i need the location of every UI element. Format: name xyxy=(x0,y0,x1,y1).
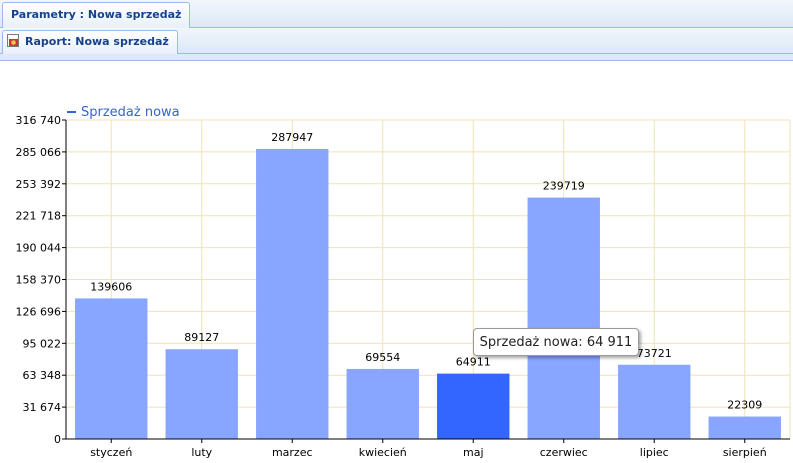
data-label: 287947 xyxy=(271,131,313,144)
data-label: 239719 xyxy=(543,180,585,193)
x-tick-label: maj xyxy=(463,446,484,459)
bar-1[interactable] xyxy=(165,349,238,439)
y-tick-label: 95 022 xyxy=(23,337,62,350)
data-label: 69554 xyxy=(365,351,400,364)
tab-raport-label: Raport: Nowa sprzedaż xyxy=(25,35,169,48)
bar-6[interactable] xyxy=(618,364,691,439)
y-tick-label: 316 740 xyxy=(16,114,62,127)
tab-parametry[interactable]: Parametry : Nowa sprzedaż xyxy=(2,2,191,28)
report-icon xyxy=(7,34,19,47)
y-tick-label: 221 718 xyxy=(16,210,62,223)
data-label: 64911 xyxy=(456,356,491,369)
y-tick-label: 63 348 xyxy=(23,369,62,382)
x-tick-label: marzec xyxy=(272,446,313,459)
y-tick-label: 126 696 xyxy=(16,305,62,318)
bar-2[interactable] xyxy=(256,148,329,439)
x-tick-label: sierpień xyxy=(723,446,767,459)
x-tick-label: styczeń xyxy=(90,446,132,459)
bar-3[interactable] xyxy=(346,368,419,439)
y-tick-label: 285 066 xyxy=(16,146,62,159)
x-tick-label: luty xyxy=(191,446,212,459)
data-label: 73721 xyxy=(637,347,672,360)
toolbar-strip xyxy=(0,54,793,61)
bar-tooltip: Sprzedaż nowa: 64 911 xyxy=(473,328,639,356)
legend-series-name[interactable]: Sprzedaż nowa xyxy=(81,105,180,120)
y-tick-label: 0 xyxy=(54,433,61,446)
y-tick-label: 31 674 xyxy=(23,401,62,414)
tab-raport[interactable]: Raport: Nowa sprzedaż xyxy=(2,30,178,54)
data-label: 22309 xyxy=(727,399,762,412)
data-label: 89127 xyxy=(184,331,219,344)
x-tick-label: lipiec xyxy=(640,446,669,459)
bar-4[interactable] xyxy=(437,373,510,439)
data-label: 139606 xyxy=(90,280,132,293)
report-tab-bar: Raport: Nowa sprzedaż xyxy=(0,28,793,54)
bar-7[interactable] xyxy=(708,416,781,439)
bar-5[interactable] xyxy=(527,197,600,439)
y-tick-label: 253 392 xyxy=(16,178,62,191)
bar-0[interactable] xyxy=(75,298,148,439)
sales-bar-chart: 0 31 674 63 348 95 022 126 696 158 370 190 044… xyxy=(16,105,791,459)
y-tick-label: 158 370 xyxy=(16,274,62,287)
x-tick-label: czerwiec xyxy=(540,446,588,459)
top-tab-bar: Parametry : Nowa sprzedaż xyxy=(0,0,793,28)
y-tick-label: 190 044 xyxy=(16,242,62,255)
x-tick-label: kwiecień xyxy=(359,446,407,459)
